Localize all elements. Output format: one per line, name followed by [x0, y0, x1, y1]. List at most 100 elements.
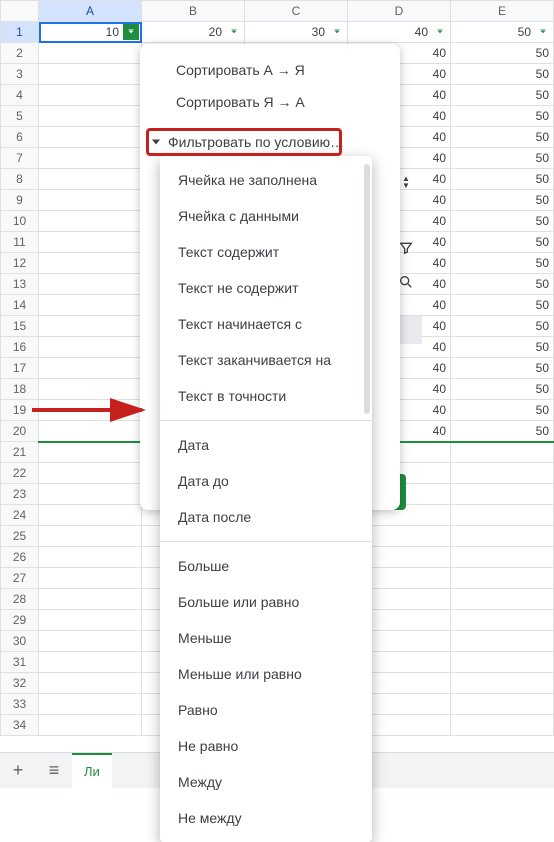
cell-A12[interactable] — [39, 253, 142, 274]
row-header-16[interactable]: 16 — [1, 337, 39, 358]
cell-A3[interactable] — [39, 64, 142, 85]
cell-A13[interactable] — [39, 274, 142, 295]
cell-E8[interactable]: 50 — [451, 169, 554, 190]
cell-E13[interactable]: 50 — [451, 274, 554, 295]
cell-A5[interactable] — [39, 106, 142, 127]
row-header-19[interactable]: 19 — [1, 400, 39, 421]
header-cell-D1[interactable]: 40 — [348, 22, 451, 43]
row-header-1[interactable]: 1 — [1, 22, 39, 43]
condition-option[interactable]: Не равно — [160, 728, 372, 764]
condition-option[interactable]: Не между — [160, 800, 372, 836]
condition-option[interactable]: Дата до — [160, 463, 372, 499]
column-header-D[interactable]: D — [348, 1, 451, 22]
cell-A18[interactable] — [39, 379, 142, 400]
column-header-E[interactable]: E — [451, 1, 554, 22]
row-header-31[interactable]: 31 — [1, 652, 39, 673]
cell-A25[interactable] — [39, 526, 142, 547]
condition-option[interactable]: Ячейка с данными — [160, 198, 372, 234]
cell-E6[interactable]: 50 — [451, 127, 554, 148]
sheet-tab-active[interactable]: Ли — [72, 753, 112, 789]
row-header-9[interactable]: 9 — [1, 190, 39, 211]
row-header-13[interactable]: 13 — [1, 274, 39, 295]
cell-E7[interactable]: 50 — [451, 148, 554, 169]
cell-A29[interactable] — [39, 610, 142, 631]
header-cell-A1[interactable]: 10 — [39, 22, 142, 43]
cell-E31[interactable] — [451, 652, 554, 673]
row-header-29[interactable]: 29 — [1, 610, 39, 631]
condition-option[interactable]: Меньше — [160, 620, 372, 656]
row-header-28[interactable]: 28 — [1, 589, 39, 610]
column-header-C[interactable]: C — [245, 1, 348, 22]
sort-a-z[interactable]: Сортировать А → Я — [140, 54, 400, 86]
row-header-33[interactable]: 33 — [1, 694, 39, 715]
row-header-14[interactable]: 14 — [1, 295, 39, 316]
row-header-32[interactable]: 32 — [1, 673, 39, 694]
cell-E22[interactable] — [451, 463, 554, 484]
cell-A9[interactable] — [39, 190, 142, 211]
cell-E18[interactable]: 50 — [451, 379, 554, 400]
cell-A28[interactable] — [39, 589, 142, 610]
row-header-30[interactable]: 30 — [1, 631, 39, 652]
cell-A32[interactable] — [39, 673, 142, 694]
cell-A16[interactable] — [39, 337, 142, 358]
cell-A14[interactable] — [39, 295, 142, 316]
add-sheet-button[interactable]: + — [0, 753, 36, 789]
cell-A21[interactable] — [39, 442, 142, 463]
header-cell-C1[interactable]: 30 — [245, 22, 348, 43]
cell-E34[interactable] — [451, 715, 554, 736]
condition-option[interactable]: Текст начинается с — [160, 306, 372, 342]
cell-A7[interactable] — [39, 148, 142, 169]
condition-option[interactable]: Больше или равно — [160, 584, 372, 620]
cell-E33[interactable] — [451, 694, 554, 715]
cell-A20[interactable] — [39, 421, 142, 442]
filter-by-condition[interactable]: Фильтровать по условию… — [140, 128, 400, 156]
row-header-21[interactable]: 21 — [1, 442, 39, 463]
all-sheets-button[interactable]: ≡ — [36, 753, 72, 789]
cell-A24[interactable] — [39, 505, 142, 526]
cell-E30[interactable] — [451, 631, 554, 652]
cell-A4[interactable] — [39, 85, 142, 106]
row-header-4[interactable]: 4 — [1, 85, 39, 106]
condition-option[interactable]: Ячейка не заполнена — [160, 162, 372, 198]
header-cell-B1[interactable]: 20 — [142, 22, 245, 43]
cell-E14[interactable]: 50 — [451, 295, 554, 316]
cell-E11[interactable]: 50 — [451, 232, 554, 253]
cell-E5[interactable]: 50 — [451, 106, 554, 127]
header-cell-E1[interactable]: 50 — [451, 22, 554, 43]
row-header-23[interactable]: 23 — [1, 484, 39, 505]
row-header-17[interactable]: 17 — [1, 358, 39, 379]
row-header-7[interactable]: 7 — [1, 148, 39, 169]
filter-icon[interactable] — [123, 24, 139, 40]
cell-E24[interactable] — [451, 505, 554, 526]
cell-A8[interactable] — [39, 169, 142, 190]
cell-A17[interactable] — [39, 358, 142, 379]
cell-A26[interactable] — [39, 547, 142, 568]
row-header-3[interactable]: 3 — [1, 64, 39, 85]
cell-E19[interactable]: 50 — [451, 400, 554, 421]
cell-E21[interactable] — [451, 442, 554, 463]
cell-A23[interactable] — [39, 484, 142, 505]
cell-E2[interactable]: 50 — [451, 43, 554, 64]
row-header-22[interactable]: 22 — [1, 463, 39, 484]
cell-E15[interactable]: 50 — [451, 316, 554, 337]
row-header-34[interactable]: 34 — [1, 715, 39, 736]
cell-E4[interactable]: 50 — [451, 85, 554, 106]
cell-A19[interactable] — [39, 400, 142, 421]
filter-icon[interactable] — [329, 24, 345, 40]
cell-A10[interactable] — [39, 211, 142, 232]
cell-E32[interactable] — [451, 673, 554, 694]
cell-A34[interactable] — [39, 715, 142, 736]
condition-option[interactable]: Между — [160, 764, 372, 800]
column-header-B[interactable]: B — [142, 1, 245, 22]
condition-option[interactable]: Текст не содержит — [160, 270, 372, 306]
cell-E17[interactable]: 50 — [451, 358, 554, 379]
filter-icon[interactable] — [432, 24, 448, 40]
cell-E28[interactable] — [451, 589, 554, 610]
row-header-18[interactable]: 18 — [1, 379, 39, 400]
filter-icon[interactable] — [226, 24, 242, 40]
row-header-6[interactable]: 6 — [1, 127, 39, 148]
cell-E26[interactable] — [451, 547, 554, 568]
row-header-11[interactable]: 11 — [1, 232, 39, 253]
submenu-scrollbar[interactable] — [364, 164, 370, 414]
cell-A27[interactable] — [39, 568, 142, 589]
